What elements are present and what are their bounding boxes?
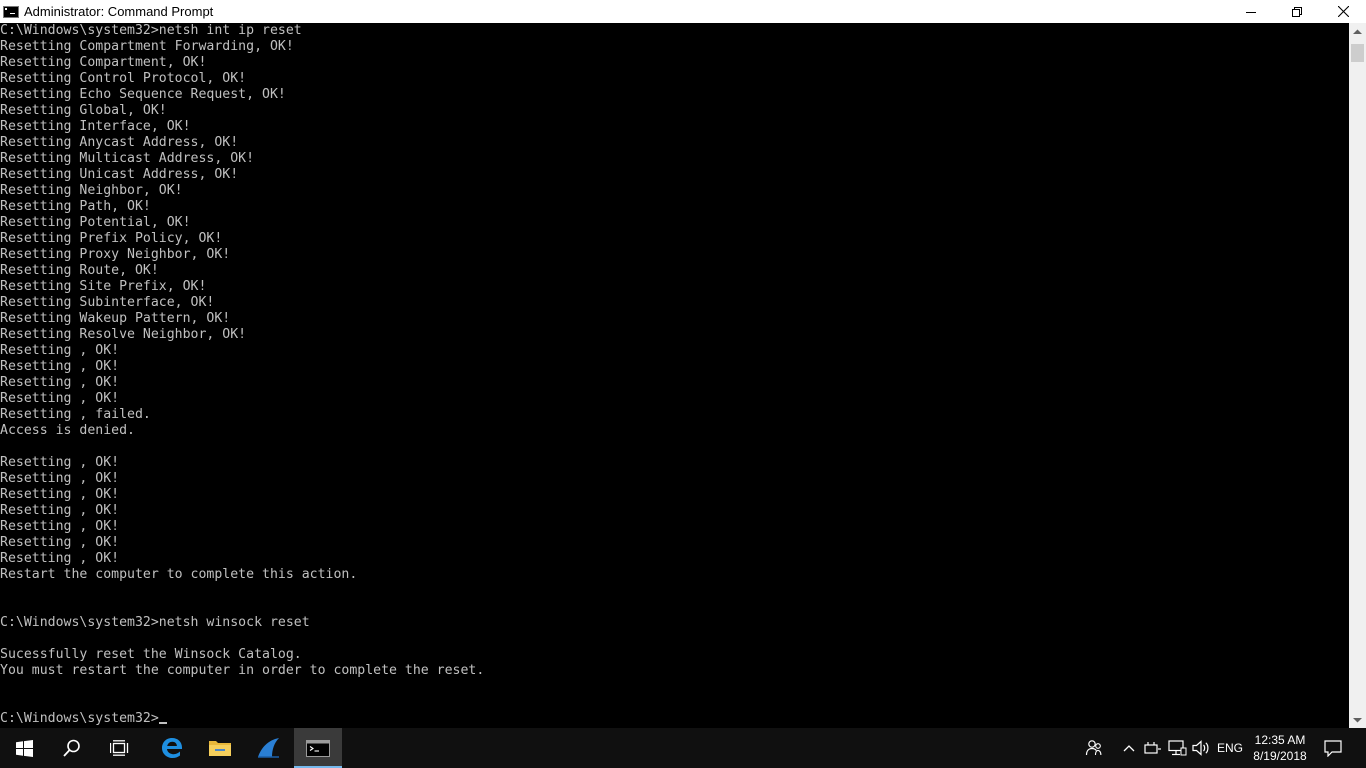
task-view-icon (110, 740, 129, 756)
task-view-button[interactable] (96, 728, 144, 768)
command-prompt-button[interactable] (294, 728, 342, 768)
console-line: Resetting , OK! (0, 503, 120, 518)
console-line: C:\Windows\system32> (0, 711, 159, 726)
start-button[interactable] (0, 728, 48, 768)
show-hidden-icons-button[interactable] (1120, 728, 1138, 768)
console-text: C:\Windows\system32>netsh int ip reset R… (0, 23, 1349, 727)
scroll-down-button[interactable] (1349, 711, 1366, 728)
console-line: Resetting Proxy Neighbor, OK! (0, 247, 231, 262)
notification-icon (1324, 739, 1342, 757)
chevron-up-icon (1123, 745, 1135, 752)
console-line: Resetting , OK! (0, 535, 120, 550)
wireshark-icon (258, 738, 279, 758)
console-line: Resetting Anycast Address, OK! (0, 135, 239, 150)
console-line: C:\Windows\system32>netsh int ip reset (0, 23, 302, 38)
window-controls (1228, 0, 1366, 23)
console-line: Resetting , OK! (0, 359, 120, 374)
network-icon (1167, 740, 1186, 756)
file-explorer-icon (209, 741, 231, 756)
minimize-button[interactable] (1228, 0, 1274, 23)
close-button[interactable] (1320, 0, 1366, 23)
console-line: Resetting Compartment Forwarding, OK! (0, 39, 294, 54)
network-button[interactable] (1166, 728, 1188, 768)
console-line: Resetting , OK! (0, 487, 120, 502)
console-line: Resetting , OK! (0, 375, 120, 390)
console-output[interactable]: C:\Windows\system32>netsh int ip reset R… (0, 23, 1349, 728)
console-line: Resetting Interface, OK! (0, 119, 191, 134)
edge-button[interactable] (148, 728, 196, 768)
console-line: Resetting Compartment, OK! (0, 55, 207, 70)
minimize-icon (1246, 11, 1256, 13)
clock-button[interactable]: 12:35 AM 8/19/2018 (1252, 728, 1308, 768)
console-line: Resetting Unicast Address, OK! (0, 167, 239, 182)
console-line: Resetting Prefix Policy, OK! (0, 231, 223, 246)
edge-icon (162, 738, 182, 758)
console-line: Resetting Wakeup Pattern, OK! (0, 311, 231, 326)
console-line: Restart the computer to complete this ac… (0, 567, 358, 582)
volume-button[interactable] (1190, 728, 1212, 768)
network-adapter-tray-button[interactable] (1143, 728, 1163, 768)
window-title: Administrator: Command Prompt (24, 4, 214, 19)
wireshark-button[interactable] (244, 728, 292, 768)
console-line: Resetting , OK! (0, 519, 120, 534)
console-line: Resetting , failed. (0, 407, 151, 422)
close-icon (1337, 6, 1349, 17)
console-line: Resetting Route, OK! (0, 263, 159, 278)
console-line: Access is denied. (0, 423, 135, 438)
people-icon (1085, 740, 1102, 756)
vertical-scrollbar[interactable] (1349, 23, 1366, 728)
console-line: Resetting Potential, OK! (0, 215, 191, 230)
console-line: Resetting Subinterface, OK! (0, 295, 215, 310)
console-line: Resetting , OK! (0, 471, 120, 486)
console-line: Resetting Neighbor, OK! (0, 183, 183, 198)
command-prompt-icon (306, 739, 330, 757)
console-line: Resetting Echo Sequence Request, OK! (0, 87, 286, 102)
console-line: Resetting , OK! (0, 343, 120, 358)
language-indicator: ENG (1216, 741, 1243, 755)
console-line: Resetting Multicast Address, OK! (0, 151, 255, 166)
input-language-button[interactable]: ENG (1214, 728, 1246, 768)
clock-time: 12:35 AM (1254, 733, 1306, 747)
scroll-thumb[interactable] (1351, 44, 1364, 62)
console-line: Resetting Site Prefix, OK! (0, 279, 207, 294)
console-line: Sucessfully reset the Winsock Catalog. (0, 647, 302, 662)
console-line: Resetting Global, OK! (0, 103, 167, 118)
console-line: C:\Windows\system32>netsh winsock reset (0, 615, 310, 630)
chevron-down-icon (1353, 717, 1362, 722)
console-line: You must restart the computer in order t… (0, 663, 485, 678)
action-center-button[interactable] (1318, 728, 1348, 768)
network-adapter-icon (1144, 742, 1161, 754)
console-line: Resetting , OK! (0, 551, 120, 566)
file-explorer-button[interactable] (196, 728, 244, 768)
console-line: Resetting Resolve Neighbor, OK! (0, 327, 247, 342)
title-bar[interactable]: Administrator: Command Prompt (0, 0, 1366, 23)
chevron-up-icon (1353, 29, 1362, 34)
clock-date: 8/19/2018 (1253, 749, 1307, 763)
search-icon (63, 739, 80, 757)
speaker-icon (1192, 740, 1209, 756)
people-button[interactable] (1082, 728, 1106, 768)
console-line: Resetting Control Protocol, OK! (0, 71, 247, 86)
taskbar: ENG 12:35 AM 8/19/2018 (0, 728, 1366, 768)
console-line: Resetting Path, OK! (0, 199, 151, 214)
command-prompt-icon (3, 5, 19, 18)
restore-icon (1292, 6, 1302, 17)
start-icon (15, 739, 33, 757)
restore-button[interactable] (1274, 0, 1320, 23)
scroll-up-button[interactable] (1349, 23, 1366, 40)
text-cursor (158, 722, 167, 724)
console-line: Resetting , OK! (0, 391, 120, 406)
console-line: Resetting , OK! (0, 455, 120, 470)
search-button[interactable] (48, 728, 96, 768)
